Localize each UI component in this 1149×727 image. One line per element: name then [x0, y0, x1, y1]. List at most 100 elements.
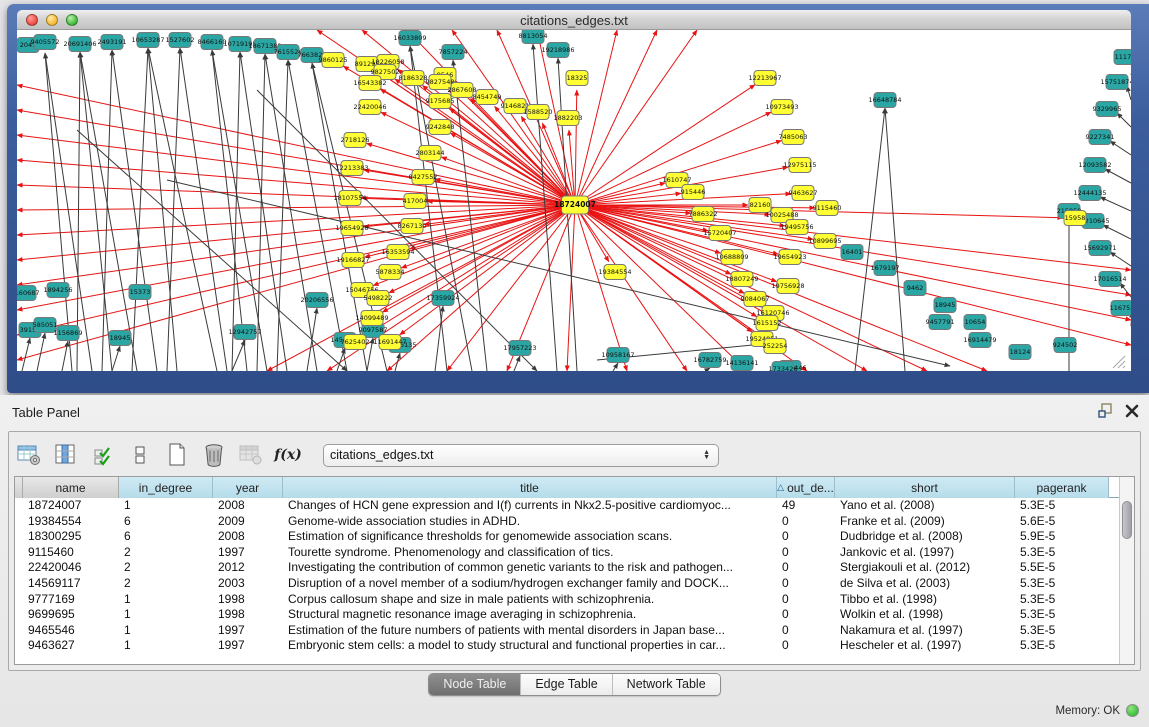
unselect-all-icon[interactable] — [126, 441, 154, 469]
cell-short[interactable]: Nakamura et al. (1997) — [835, 623, 1015, 639]
cell-short[interactable]: Jankovic et al. (1997) — [835, 545, 1015, 561]
cell-pagerank[interactable]: 5.3E-5 — [1015, 498, 1109, 514]
cell-out_degree[interactable]: 49 — [777, 498, 835, 514]
table-row[interactable]: 1938455462009Genome-wide association stu… — [15, 514, 1134, 530]
table-row[interactable]: 911546021997Tourette syndrome. Phenomeno… — [15, 545, 1134, 561]
function-builder-icon[interactable]: f(x) — [274, 441, 302, 469]
cell-in_degree[interactable]: 1 — [119, 638, 213, 654]
cell-title[interactable]: Disruption of a novel member of a sodium… — [283, 576, 777, 592]
cell-out_degree[interactable]: 0 — [777, 638, 835, 654]
memory-ok-icon[interactable] — [1126, 704, 1139, 717]
table-select-dropdown[interactable]: citations_edges.txt ▲▼ — [323, 444, 719, 467]
cell-year[interactable]: 1998 — [213, 592, 283, 608]
new-table-icon[interactable] — [163, 441, 191, 469]
table-mode-icon[interactable] — [15, 441, 43, 469]
show-columns-icon[interactable] — [52, 441, 80, 469]
cell-in_degree[interactable]: 1 — [119, 623, 213, 639]
cell-year[interactable]: 1998 — [213, 607, 283, 623]
table-row[interactable]: 1456911722003Disruption of a novel membe… — [15, 576, 1134, 592]
cell-pagerank[interactable]: 5.3E-5 — [1015, 607, 1109, 623]
cell-out_degree[interactable]: 0 — [777, 576, 835, 592]
resize-grip[interactable] — [1113, 356, 1125, 368]
cell-title[interactable]: Changes of HCN gene expression and I(f) … — [283, 498, 777, 514]
network-canvas[interactable]: 2041940557220691406249319110653287152760… — [17, 30, 1131, 371]
tab-network-table[interactable]: Network Table — [613, 674, 720, 695]
table-row[interactable]: 2242004622012Investigating the contribut… — [15, 560, 1134, 576]
cell-pagerank[interactable]: 5.9E-5 — [1015, 529, 1109, 545]
cell-short[interactable]: Hescheler et al. (1997) — [835, 638, 1015, 654]
cell-name[interactable]: 22420046 — [23, 560, 119, 576]
table-row[interactable]: 1830029562008Estimation of significance … — [15, 529, 1134, 545]
cell-in_degree[interactable]: 1 — [119, 592, 213, 608]
cell-pagerank[interactable]: 5.6E-5 — [1015, 514, 1109, 530]
cell-in_degree[interactable]: 1 — [119, 607, 213, 623]
cell-out_degree[interactable]: 0 — [777, 529, 835, 545]
tab-edge-table[interactable]: Edge Table — [521, 674, 612, 695]
cell-in_degree[interactable]: 2 — [119, 576, 213, 592]
cell-in_degree[interactable]: 6 — [119, 529, 213, 545]
cell-out_degree[interactable]: 0 — [777, 545, 835, 561]
column-header-year[interactable]: year — [213, 477, 283, 498]
column-header-name[interactable]: name — [23, 477, 119, 498]
cell-name[interactable]: 19384554 — [23, 514, 119, 530]
cell-title[interactable]: Corpus callosum shape and size in male p… — [283, 592, 777, 608]
cell-year[interactable]: 2008 — [213, 498, 283, 514]
cell-title[interactable]: Estimation of significance thresholds fo… — [283, 529, 777, 545]
cell-title[interactable]: Estimation of the future numbers of pati… — [283, 623, 777, 639]
cell-short[interactable]: Stergiakouli et al. (2012) — [835, 560, 1015, 576]
table-row[interactable]: 1872400712008Changes of HCN gene express… — [15, 498, 1134, 514]
cell-short[interactable]: de Silva et al. (2003) — [835, 576, 1015, 592]
cell-short[interactable]: Wolkin et al. (1998) — [835, 607, 1015, 623]
cell-title[interactable]: Embryonic stem cells: a model to study s… — [283, 638, 777, 654]
cell-in_degree[interactable]: 2 — [119, 560, 213, 576]
column-header-title[interactable]: title — [283, 477, 777, 498]
column-header-in_degree[interactable]: in_degree — [119, 477, 213, 498]
table-row[interactable]: 946554611997Estimation of the future num… — [15, 623, 1134, 639]
cell-title[interactable]: Tourette syndrome. Phenomenology and cla… — [283, 545, 777, 561]
table-scrollbar[interactable] — [1119, 477, 1134, 664]
cell-pagerank[interactable]: 5.3E-5 — [1015, 576, 1109, 592]
column-header-short[interactable]: short — [835, 477, 1015, 498]
cell-short[interactable]: Dudbridge et al. (2008) — [835, 529, 1015, 545]
cell-pagerank[interactable]: 5.3E-5 — [1015, 638, 1109, 654]
cell-out_degree[interactable]: 0 — [777, 514, 835, 530]
cell-name[interactable]: 9465546 — [23, 623, 119, 639]
table-row[interactable]: 946362711997Embryonic stem cells: a mode… — [15, 638, 1134, 654]
scrollbar-thumb[interactable] — [1122, 501, 1132, 539]
cell-in_degree[interactable]: 1 — [119, 498, 213, 514]
cell-in_degree[interactable]: 2 — [119, 545, 213, 561]
cell-pagerank[interactable]: 5.3E-5 — [1015, 545, 1109, 561]
select-all-icon[interactable] — [89, 441, 117, 469]
cell-name[interactable]: 18300295 — [23, 529, 119, 545]
cell-year[interactable]: 2003 — [213, 576, 283, 592]
cell-in_degree[interactable]: 6 — [119, 514, 213, 530]
cell-title[interactable]: Genome-wide association studies in ADHD. — [283, 514, 777, 530]
cell-out_degree[interactable]: 0 — [777, 623, 835, 639]
cell-short[interactable]: Yano et al. (2008) — [835, 498, 1015, 514]
cell-title[interactable]: Investigating the contribution of common… — [283, 560, 777, 576]
table-row[interactable]: 977716911998Corpus callosum shape and si… — [15, 592, 1134, 608]
cell-year[interactable]: 1997 — [213, 545, 283, 561]
column-header-out_degree[interactable]: △out_de... — [777, 477, 835, 498]
table-row[interactable]: 969969511998Structural magnetic resonanc… — [15, 607, 1134, 623]
cell-short[interactable]: Franke et al. (2009) — [835, 514, 1015, 530]
cell-year[interactable]: 2008 — [213, 529, 283, 545]
cell-pagerank[interactable]: 5.5E-5 — [1015, 560, 1109, 576]
cell-name[interactable]: 9463627 — [23, 638, 119, 654]
cell-name[interactable]: 9115460 — [23, 545, 119, 561]
cell-pagerank[interactable]: 5.3E-5 — [1015, 623, 1109, 639]
window-title-bar[interactable]: citations_edges.txt — [17, 10, 1131, 30]
cell-short[interactable]: Tibbo et al. (1998) — [835, 592, 1015, 608]
cell-pagerank[interactable]: 5.3E-5 — [1015, 592, 1109, 608]
cell-name[interactable]: 9777169 — [23, 592, 119, 608]
cell-year[interactable]: 2009 — [213, 514, 283, 530]
column-header-pagerank[interactable]: pagerank — [1015, 477, 1109, 498]
float-panel-icon[interactable] — [1098, 403, 1113, 418]
cell-out_degree[interactable]: 0 — [777, 592, 835, 608]
cell-year[interactable]: 1997 — [213, 638, 283, 654]
cell-title[interactable]: Structural magnetic resonance image aver… — [283, 607, 777, 623]
cell-out_degree[interactable]: 0 — [777, 607, 835, 623]
cell-name[interactable]: 18724007 — [23, 498, 119, 514]
cell-out_degree[interactable]: 0 — [777, 560, 835, 576]
close-panel-icon[interactable] — [1125, 404, 1139, 418]
